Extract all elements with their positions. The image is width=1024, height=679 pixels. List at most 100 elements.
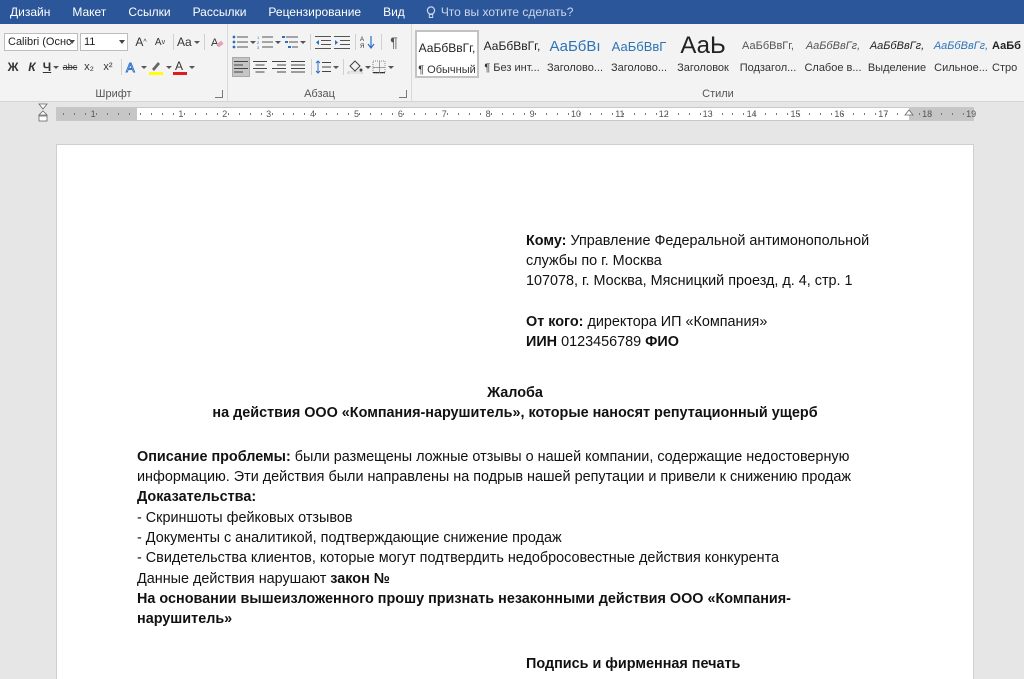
ruler-tick <box>545 113 547 115</box>
align-right-button[interactable] <box>270 57 288 77</box>
align-left-icon <box>234 61 248 73</box>
justify-button[interactable] <box>289 57 307 77</box>
style-subtitle-name: Подзагол... <box>739 62 797 74</box>
ruler-tick <box>381 113 383 115</box>
tab-references[interactable]: Ссылки <box>117 0 181 24</box>
evidence-item-1: - Скриншоты фейковых отзывов <box>137 510 353 526</box>
ruler-tick <box>589 113 591 115</box>
underline-label: Ч <box>42 60 52 74</box>
problem-line-2: информацию. Эти действия были направлены… <box>137 469 852 485</box>
ruler-tick <box>150 113 152 115</box>
align-left-button[interactable] <box>232 57 250 77</box>
style-heading-1[interactable]: АаБбВı Заголово... <box>543 30 607 78</box>
numbering-button[interactable]: 123 <box>257 32 281 52</box>
style-emphasis[interactable]: АаБбВвГг, Выделение <box>865 30 929 78</box>
ruler-tick <box>238 113 240 115</box>
ruler-tick <box>941 113 942 115</box>
ruler-tick <box>787 113 789 115</box>
ruler-tick <box>820 113 822 115</box>
shading-button[interactable] <box>347 57 371 77</box>
ribbon: Calibri (Оснс 11 A ^ Av Aa A Ж К Ч abc x₂… <box>0 24 1024 102</box>
ruler-tick <box>512 113 514 115</box>
multilevel-list-button[interactable] <box>282 32 306 52</box>
style-no-spacing[interactable]: АаБбВвГг, ¶ Без инт... <box>480 30 544 78</box>
decrease-indent-icon <box>315 36 331 49</box>
font-name-combo[interactable]: Calibri (Оснс <box>4 33 78 51</box>
ruler-tick <box>809 113 811 115</box>
bullets-button[interactable] <box>232 32 256 52</box>
style-emphasis-preview: АаБбВвГг, <box>869 40 925 52</box>
font-dialog-launcher[interactable] <box>215 90 223 98</box>
style-heading-2[interactable]: АаБбВвГ Заголово... <box>607 30 671 78</box>
style-normal[interactable]: АаБбВвГг, ¶ Обычный <box>415 30 479 78</box>
bold-button[interactable]: Ж <box>4 57 22 77</box>
right-indent-marker-icon[interactable] <box>904 109 914 119</box>
increase-indent-button[interactable] <box>333 32 351 52</box>
ruler-tick <box>480 113 482 115</box>
indent-marker-icon[interactable] <box>38 103 48 125</box>
subscript-button[interactable]: x₂ <box>80 57 98 77</box>
ruler-tick <box>732 113 734 115</box>
style-normal-preview: АаБбВвГг, <box>418 41 476 55</box>
paragraph-group-label: Абзац <box>304 88 335 100</box>
ruler-tick <box>962 113 964 115</box>
font-size-combo[interactable]: 11 <box>80 33 128 51</box>
ruler-tick <box>293 113 295 115</box>
tab-layout[interactable]: Макет <box>61 0 117 24</box>
style-strong-name: Стро <box>992 62 1018 74</box>
strikethrough-button[interactable]: abc <box>61 57 79 77</box>
ruler-tick <box>315 113 317 115</box>
document-page[interactable]: Кому: Управление Федеральной антимонопол… <box>56 144 974 679</box>
style-subtitle-preview: АаБбВвГг, <box>742 40 794 52</box>
style-subtle-emphasis[interactable]: АаБбВвГг, Слабое в... <box>801 30 865 78</box>
borders-button[interactable] <box>372 57 394 77</box>
highlight-color-button[interactable] <box>148 57 172 77</box>
superscript-button[interactable]: x² <box>99 57 117 77</box>
italic-button[interactable]: К <box>23 57 41 77</box>
ruler-number: 16 <box>834 109 845 119</box>
style-intense-emphasis[interactable]: АаБбВвГг, Сильное... <box>929 30 993 78</box>
align-right-icon <box>272 61 286 73</box>
grow-font-button[interactable]: A ^ <box>132 32 150 52</box>
shrink-font-button[interactable]: Av <box>151 32 169 52</box>
underline-button[interactable]: Ч <box>42 57 60 77</box>
fio-label: ФИО <box>645 334 679 350</box>
align-center-icon <box>253 61 267 73</box>
ruler-tick <box>677 113 679 115</box>
ruler-tick <box>194 113 196 115</box>
paragraph-dialog-launcher[interactable] <box>399 90 407 98</box>
ruler-tick <box>622 113 624 115</box>
tab-design[interactable]: Дизайн <box>0 0 61 24</box>
recipient-label: Кому: <box>526 233 567 249</box>
ruler-tick <box>556 113 558 115</box>
font-color-button[interactable]: A <box>173 57 195 77</box>
style-strong[interactable]: АаБб Стро <box>992 30 1024 78</box>
tab-review[interactable]: Рецензирование <box>257 0 372 24</box>
sender-text: директора ИП «Компания» <box>587 314 768 330</box>
ruler-tick <box>260 113 262 115</box>
ruler-tick <box>161 113 163 115</box>
ruler-tick <box>655 113 657 115</box>
horizontal-ruler[interactable]: 1 1 2 3 4 5 6 7 8 9 10 11 12 13 14 15 16 17 18 19 <box>56 107 976 121</box>
show-marks-button[interactable]: ¶ <box>385 32 403 52</box>
request-line-1: На основании вышеизложенного прошу призн… <box>137 591 791 607</box>
change-case-button[interactable]: Aa <box>177 32 200 52</box>
ruler-tick <box>534 113 536 115</box>
tab-view[interactable]: Вид <box>372 0 416 24</box>
line-spacing-button[interactable] <box>315 57 339 77</box>
style-subtitle[interactable]: АаБбВвГг, Подзагол... <box>736 30 800 78</box>
ruler-tick <box>644 113 646 115</box>
sort-icon: AЯ <box>360 36 375 49</box>
decrease-indent-button[interactable] <box>314 32 332 52</box>
align-center-button[interactable] <box>251 57 269 77</box>
law-number: закон № <box>330 571 390 587</box>
clear-formatting-button[interactable]: A <box>208 32 226 52</box>
tell-me-box[interactable]: Что вы хотите сделать? <box>426 5 573 19</box>
tab-mailings[interactable]: Рассылки <box>182 0 258 24</box>
ruler-tick <box>864 113 866 115</box>
style-title[interactable]: АаЬ Заголовок <box>671 30 735 78</box>
ruler-number: 3 <box>266 109 272 119</box>
evidence-item-3: - Свидетельства клиентов, которые могут … <box>137 550 780 566</box>
sort-button[interactable]: AЯ <box>359 32 377 52</box>
text-effects-button[interactable]: A <box>125 57 147 77</box>
